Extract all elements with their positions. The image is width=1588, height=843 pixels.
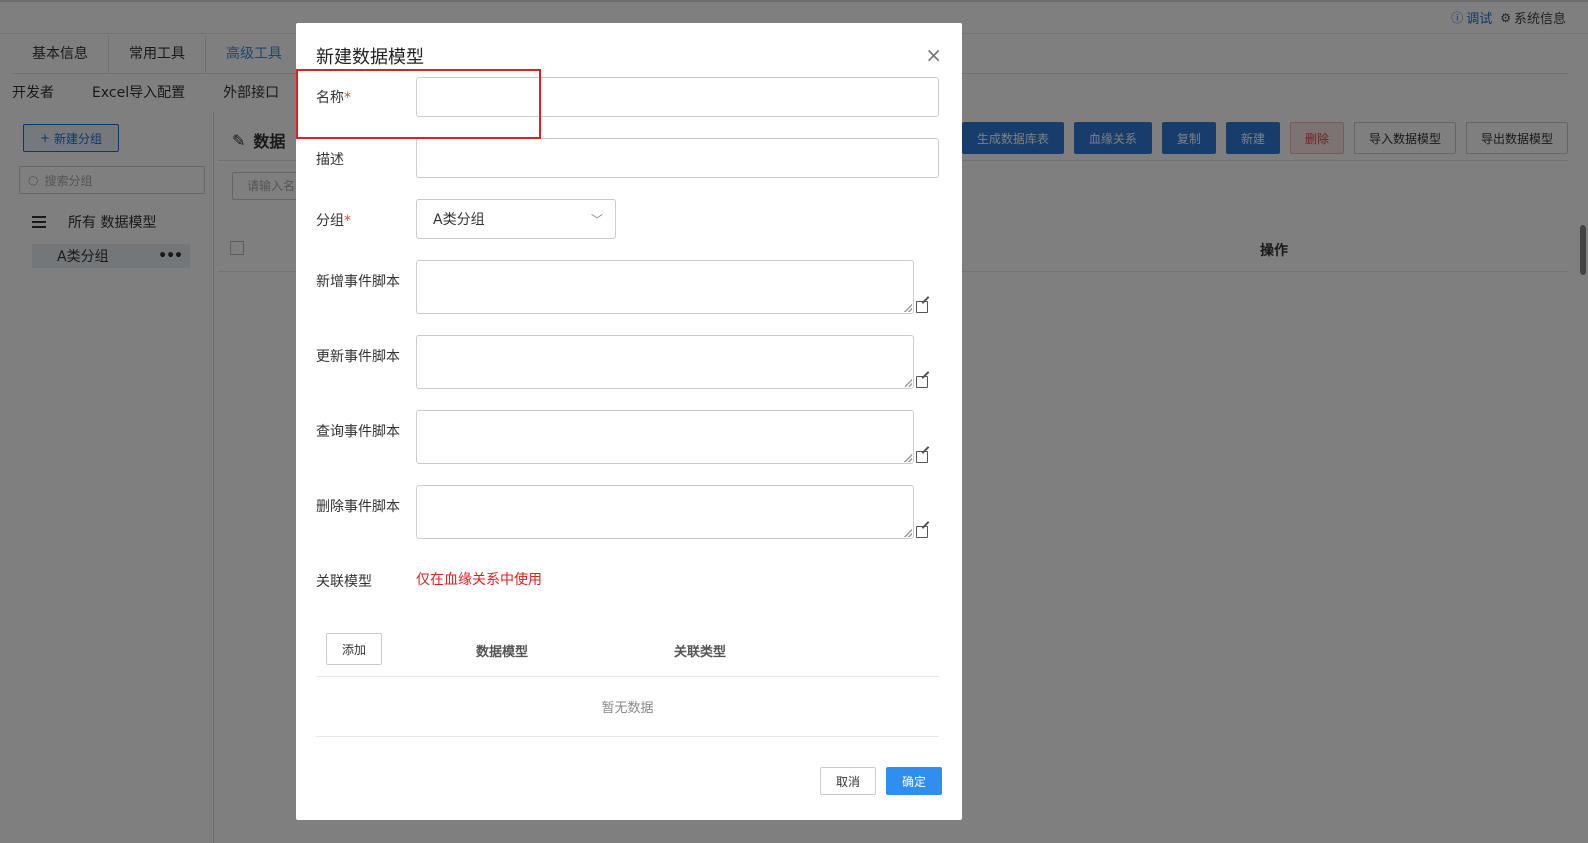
annotation-highlight-box — [296, 69, 541, 139]
empty-state: 暂无数据 — [316, 677, 939, 737]
new-data-model-dialog: 新建数据模型 × 名称* 描述 分组* A类分组 ﹀ 新增事件脚本 更新事件脚本… — [296, 23, 962, 820]
add-relation-button[interactable]: 添加 — [326, 633, 382, 665]
delete-script-label: 删除事件脚本 — [316, 499, 400, 515]
resize-grip-icon[interactable] — [904, 379, 912, 387]
required-mark: * — [344, 213, 351, 229]
desc-label: 描述 — [316, 152, 344, 168]
edit-query-script-icon[interactable] — [916, 451, 928, 463]
relation-model-label: 关联模型 — [316, 574, 372, 590]
description-input[interactable] — [416, 138, 939, 178]
group-label-text: 分组 — [316, 213, 344, 229]
create-script-label: 新增事件脚本 — [316, 274, 400, 290]
chevron-down-icon: ﹀ — [590, 212, 603, 227]
edit-delete-script-icon[interactable] — [916, 526, 928, 538]
edit-update-script-icon[interactable] — [916, 376, 928, 388]
group-select[interactable]: A类分组 ﹀ — [416, 199, 616, 239]
cancel-button[interactable]: 取消 — [820, 767, 876, 795]
edit-create-script-icon[interactable] — [916, 301, 928, 313]
confirm-button[interactable]: 确定 — [886, 767, 942, 795]
relation-table-header: 添加 数据模型 关联类型 — [316, 625, 939, 677]
resize-grip-icon[interactable] — [904, 529, 912, 537]
query-script-label: 查询事件脚本 — [316, 424, 400, 440]
column-data-model: 数据模型 — [476, 645, 529, 660]
group-select-value: A类分组 — [433, 212, 485, 228]
close-icon[interactable]: × — [925, 45, 942, 65]
dialog-title: 新建数据模型 — [316, 47, 424, 68]
query-script-textarea[interactable] — [416, 410, 914, 464]
delete-script-textarea[interactable] — [416, 485, 914, 539]
update-script-label: 更新事件脚本 — [316, 349, 400, 365]
resize-grip-icon[interactable] — [904, 454, 912, 462]
column-relation-type: 关联类型 — [674, 645, 727, 660]
group-label: 分组* — [316, 210, 351, 230]
resize-grip-icon[interactable] — [904, 304, 912, 312]
relation-note: 仅在血缘关系中使用 — [416, 572, 542, 588]
update-script-textarea[interactable] — [416, 335, 914, 389]
create-script-textarea[interactable] — [416, 260, 914, 314]
